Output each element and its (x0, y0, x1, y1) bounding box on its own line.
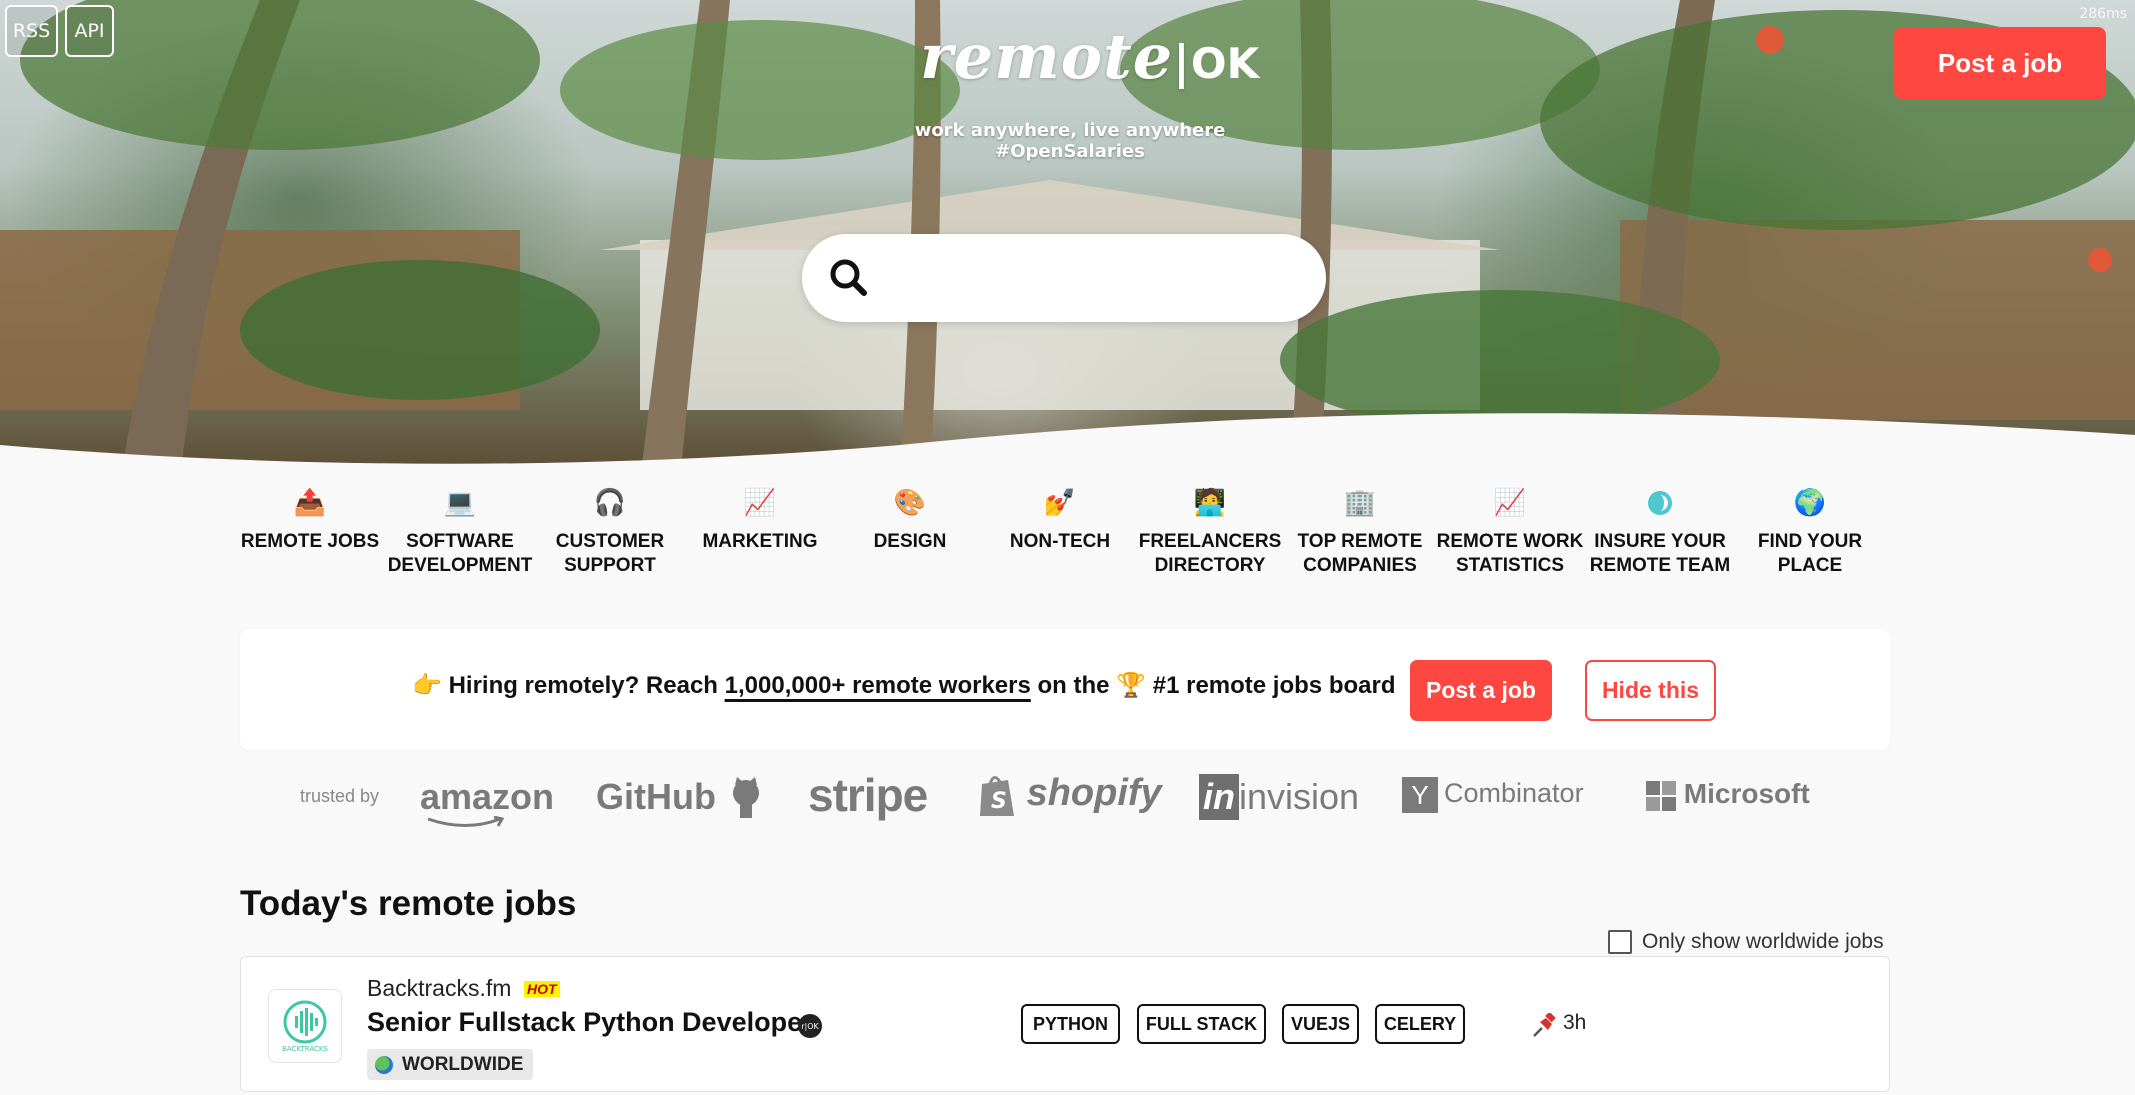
globe-icon: 🌍 (1793, 488, 1827, 518)
laptop-icon: 💻 (443, 488, 477, 518)
category-remote-work-statistics[interactable]: 📈 REMOTE WORK STATISTICS (1435, 486, 1585, 578)
job-age: 3h (1563, 1011, 1587, 1034)
tag-python[interactable]: PYTHON (1021, 1004, 1120, 1044)
category-label: DESIGN (873, 531, 947, 552)
api-button[interactable]: API (65, 5, 114, 57)
category-label: REMOTE WORK STATISTICS (1436, 531, 1584, 576)
outbox-tray-icon: 📤 (293, 488, 327, 518)
company-name[interactable]: Backtracks.fm (367, 975, 511, 1002)
stripe-logo: stripe (808, 769, 928, 821)
worldwide-filter-label: Only show worldwide jobs (1642, 930, 1884, 953)
search-input[interactable] (892, 252, 1296, 306)
category-label: TOP REMOTE COMPANIES (1297, 531, 1423, 576)
category-marketing[interactable]: 📈 MARKETING (685, 486, 835, 554)
palette-icon: 🎨 (893, 488, 927, 518)
category-insure-your-remote-team[interactable]: INSURE YOUR REMOTE TEAM (1585, 486, 1735, 578)
category-label: SOFTWARE DEVELOPMENT (387, 531, 533, 576)
category-find-your-place[interactable]: 🌍 FIND YOUR PLACE (1735, 486, 1885, 578)
invision-logo: in invision (1199, 774, 1359, 820)
category-label: FIND YOUR PLACE (1757, 531, 1863, 576)
logo-separator: | (1173, 35, 1191, 89)
ycombinator-logo: Y Combinator (1402, 777, 1584, 813)
logo-wordmark: remote (920, 20, 1174, 93)
banner-post-job-button[interactable]: Post a job (1410, 660, 1552, 721)
trophy-icon: 🏆 (1116, 672, 1147, 699)
trusted-by-label: trusted by (300, 786, 380, 806)
safetywing-icon (1643, 486, 1677, 520)
invision-badge: in (1199, 774, 1239, 820)
logo-ok: OK (1190, 39, 1260, 88)
hero-banner: RSS API remote|OK work anywhere, live an… (0, 0, 2135, 480)
search-bar[interactable] (802, 234, 1326, 322)
amazon-smile-icon (427, 816, 505, 827)
jobs-section-title: Today's remote jobs (240, 884, 577, 923)
hiring-text-on: on the (1037, 672, 1110, 699)
location-text: WORLDWIDE (402, 1053, 524, 1075)
ycombinator-badge: Y (1402, 777, 1438, 813)
headphones-icon: 🎧 (593, 488, 627, 518)
category-freelancers-directory[interactable]: 🧑‍💻 FREELANCERS DIRECTORY (1135, 486, 1285, 578)
pushpin-icon (1533, 1013, 1556, 1037)
worldwide-checkbox[interactable] (1608, 930, 1632, 954)
shopify-logo: S shopify (978, 772, 1162, 818)
shopify-logo-text: shopify (1026, 772, 1162, 815)
site-logo[interactable]: remote|OK work anywhere, live anywhere #… (915, 20, 1259, 162)
rss-button[interactable]: RSS (5, 5, 58, 57)
category-software-development[interactable]: 💻 SOFTWARE DEVELOPMENT (385, 486, 535, 578)
hiring-message: 👉 Hiring remotely? Reach 1,000,000+ remo… (412, 671, 1395, 700)
github-logo-text: GitHub (596, 776, 716, 817)
chart-increasing-icon: 📈 (1493, 488, 1527, 518)
job-row[interactable]: BACKTRACKS Backtracks.fm HOT Senior Full… (240, 956, 1890, 1092)
tag-celery[interactable]: CELERY (1375, 1004, 1465, 1044)
octocat-icon (733, 777, 759, 819)
hiring-banner: 👉 Hiring remotely? Reach 1,000,000+ remo… (240, 629, 1890, 750)
category-label: CUSTOMER SUPPORT (555, 531, 665, 576)
hide-banner-button[interactable]: Hide this (1585, 660, 1716, 721)
category-label: NON-TECH (1009, 531, 1111, 552)
amazon-logo-text: amazon (420, 776, 555, 817)
tag-vuejs[interactable]: VUEJS (1282, 1004, 1359, 1044)
hiring-text: Hiring remotely? Reach (448, 672, 718, 699)
verified-badge-icon: r|OK (798, 1014, 822, 1038)
remote-workers-link[interactable]: 1,000,000+ remote workers (725, 672, 1031, 699)
job-title[interactable]: Senior Fullstack Python Developer (367, 1007, 813, 1038)
category-top-remote-companies[interactable]: 🏢 TOP REMOTE COMPANIES (1285, 486, 1435, 578)
nail-icon: 💅 (1043, 488, 1077, 518)
backtracks-logo-icon (283, 1000, 327, 1044)
category-nav: 📤 REMOTE JOBS 💻 SOFTWARE DEVELOPMENT 🎧 C… (240, 486, 1880, 596)
category-design[interactable]: 🎨 DESIGN (835, 486, 985, 554)
render-time: 286ms (2079, 6, 2127, 22)
category-label: FREELANCERS DIRECTORY (1138, 531, 1282, 576)
microsoft-squares-icon (1646, 780, 1676, 811)
company-logo-text: BACKTRACKS (282, 1045, 328, 1053)
microsoft-logo: Microsoft (1646, 778, 1810, 811)
pointing-hand-icon: 👉 (412, 672, 442, 699)
category-label: INSURE YOUR REMOTE TEAM (1589, 531, 1731, 576)
location-badge: WORLDWIDE (367, 1049, 534, 1080)
shopify-bag-icon: S (980, 776, 1014, 816)
company-logo: BACKTRACKS (268, 989, 342, 1063)
chart-increasing-icon: 📈 (743, 488, 777, 518)
tagline: work anywhere, live anywhere #OpenSalari… (914, 120, 1226, 162)
freelancer-icon: 🧑‍💻 (1193, 488, 1227, 518)
category-remote-jobs[interactable]: 📤 REMOTE JOBS (235, 486, 385, 554)
post-job-button[interactable]: Post a job (1894, 27, 2106, 99)
microsoft-logo-text: Microsoft (1683, 778, 1810, 809)
search-icon (830, 259, 867, 296)
ycombinator-logo-text: Combinator (1444, 778, 1584, 809)
tag-full-stack[interactable]: FULL STACK (1137, 1004, 1266, 1044)
hot-badge: HOT (524, 981, 560, 997)
github-logo: GitHub (596, 776, 766, 821)
amazon-logo: amazon (420, 776, 555, 827)
invision-logo-text: invision (1239, 776, 1360, 817)
category-label: REMOTE JOBS (240, 531, 380, 552)
svg-text:S: S (991, 789, 1007, 814)
category-label: MARKETING (702, 531, 818, 552)
globe-icon (375, 1055, 393, 1074)
category-customer-support[interactable]: 🎧 CUSTOMER SUPPORT (535, 486, 685, 578)
worldwide-filter[interactable]: Only show worldwide jobs (1608, 930, 1884, 954)
category-non-tech[interactable]: 💅 NON-TECH (985, 486, 1135, 554)
office-building-icon: 🏢 (1343, 488, 1377, 518)
hiring-text-board: #1 remote jobs board (1152, 672, 1396, 699)
